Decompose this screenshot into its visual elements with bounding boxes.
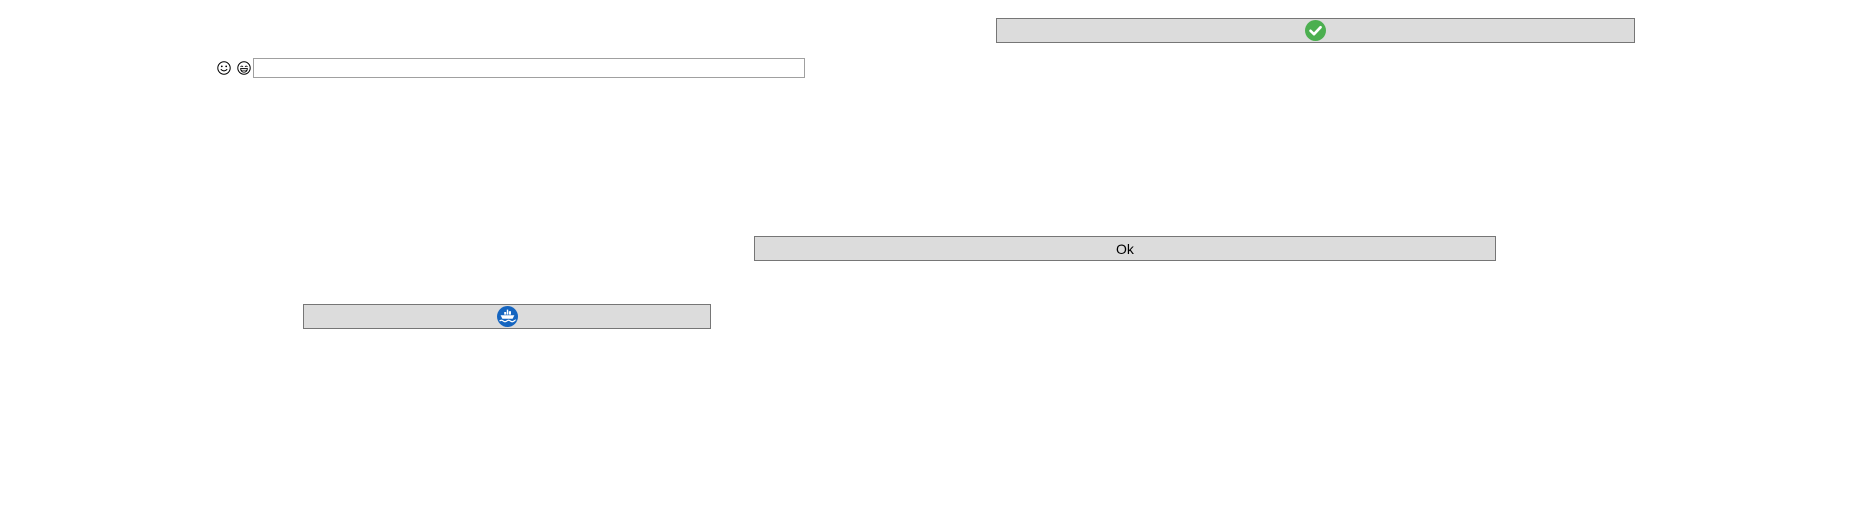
ship-at-sea-icon xyxy=(496,306,518,327)
confirm-check-button[interactable] xyxy=(996,18,1635,43)
smiling-face-icon xyxy=(217,61,231,75)
check-circle-icon xyxy=(1305,20,1326,41)
grinning-face-icon xyxy=(237,61,251,75)
ok-button[interactable]: Ok xyxy=(754,236,1496,261)
text-input[interactable] xyxy=(253,58,805,78)
page: Ok xyxy=(0,0,1849,515)
ok-button-label: Ok xyxy=(1116,240,1134,257)
ship-icon-button[interactable] xyxy=(303,304,711,329)
